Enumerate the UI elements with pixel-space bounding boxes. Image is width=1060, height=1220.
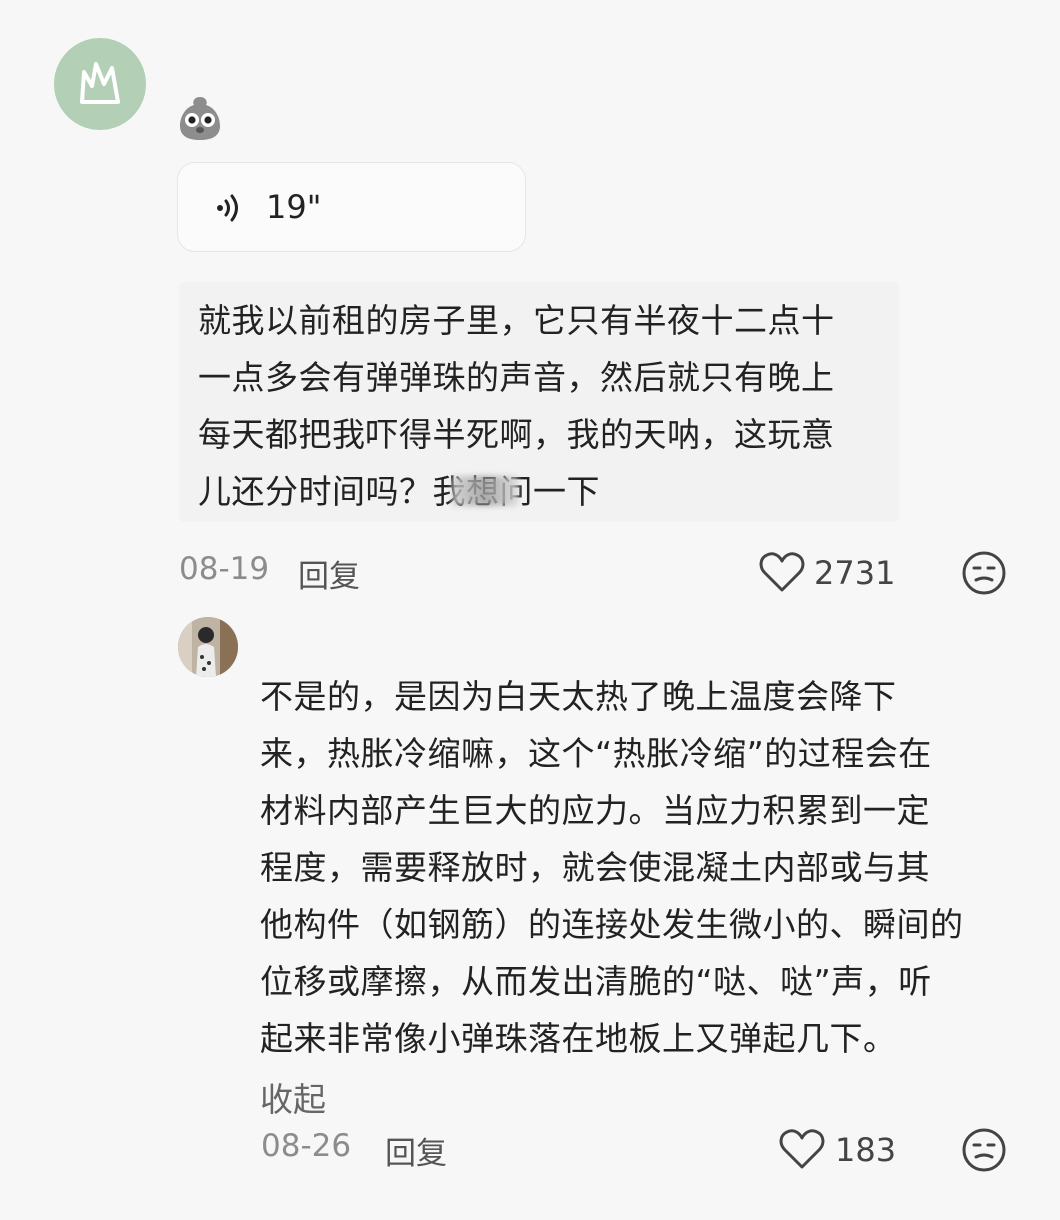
heart-icon [779, 1129, 825, 1169]
reply-like-button[interactable] [779, 1128, 825, 1170]
voice-transcript: 就我以前租的房子里，它只有半夜十二点十 一点多会有弹弹珠的声音，然后就只有晚上 … [198, 301, 835, 511]
collapse-button[interactable]: 收起 [260, 1073, 326, 1121]
meh-face-icon [962, 1128, 1006, 1172]
blurred-text-overlay [452, 476, 518, 506]
reply-like-count: 183 [835, 1131, 897, 1169]
like-count: 2731 [814, 554, 896, 592]
like-button[interactable] [759, 551, 805, 593]
reply-text: 不是的，是因为白天太热了晚上温度会降下 来，热胀冷缩嘛，这个“热胀冷缩”的过程会… [260, 677, 964, 1058]
dislike-button[interactable] [961, 550, 1007, 596]
sound-wave-icon [214, 193, 244, 223]
comment-reply-button[interactable]: 回复 [298, 551, 360, 596]
crown-icon [80, 62, 120, 104]
meh-face-icon [962, 551, 1006, 595]
ghost-face-sticker [176, 94, 224, 142]
reply-date: 08-26 [261, 1128, 352, 1164]
comment-date: 08-19 [179, 551, 270, 587]
voice-duration: 19" [266, 188, 322, 226]
reply-dislike-button[interactable] [961, 1127, 1007, 1173]
reply-avatar[interactable] [178, 617, 238, 677]
heart-icon [759, 552, 805, 592]
voice-message[interactable]: 19" [177, 162, 526, 252]
reply-reply-button[interactable]: 回复 [385, 1128, 447, 1173]
commenter-avatar[interactable] [54, 38, 146, 130]
